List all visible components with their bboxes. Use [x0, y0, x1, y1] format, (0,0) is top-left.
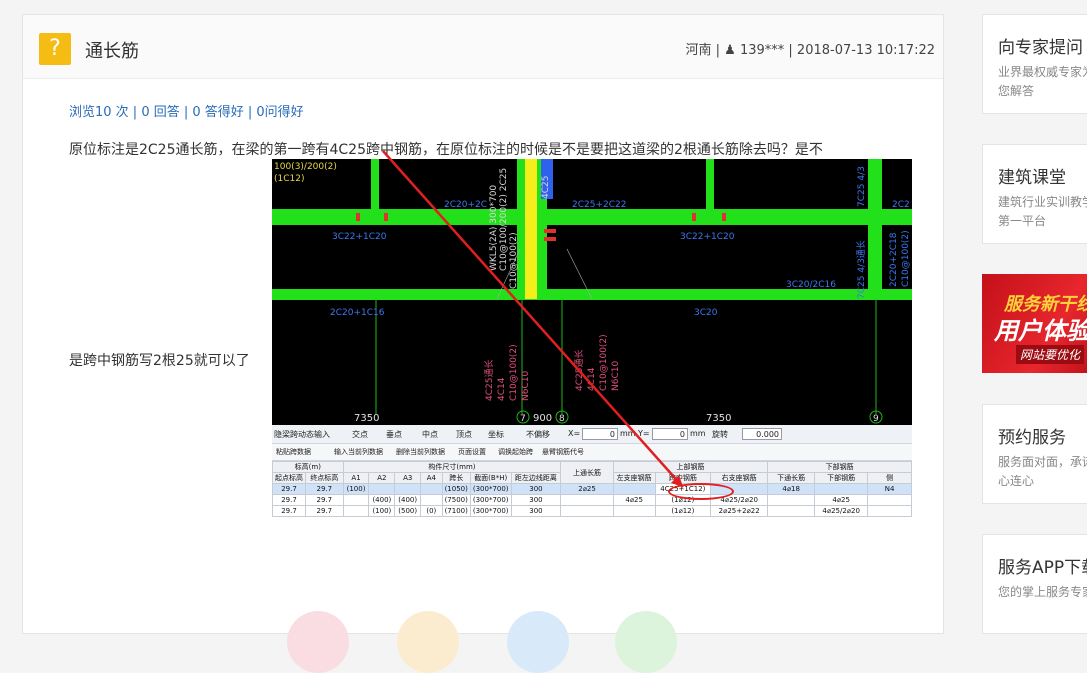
- question-card: ? 通长筋 河南 | ♟ 139*** | 2018-07-13 10:17:2…: [22, 14, 944, 673]
- sidebar-title[interactable]: 服务APP下载: [998, 553, 1087, 578]
- sidebar-appointment[interactable]: 预约服务 服务面对面，承诺心连心: [982, 404, 1087, 504]
- banner-line2: 用户体验: [994, 317, 1087, 345]
- banner-line3: 网站要优化: [1016, 345, 1085, 364]
- sidebar-desc: 业界最权威专家为您解答: [998, 65, 1087, 98]
- share-icon[interactable]: [507, 611, 569, 673]
- sidebar-title[interactable]: 向专家提问: [998, 33, 1083, 58]
- like-icon[interactable]: [287, 611, 349, 673]
- sidebar-desc: 服务面对面，承诺心连心: [998, 455, 1087, 488]
- sidebar-title[interactable]: 建筑课堂: [998, 163, 1066, 188]
- annotation-arrow: [382, 150, 684, 488]
- sidebar-building-class[interactable]: 建筑课堂 建筑行业实训教学第一平台: [982, 144, 1087, 244]
- sidebar-title[interactable]: 预约服务: [998, 423, 1066, 448]
- sidebar-desc: 您的掌上服务专家: [998, 585, 1087, 599]
- promo-banner[interactable]: 服务新干线 用户体验 网站要优化: [982, 274, 1087, 373]
- sidebar-desc: 建筑行业实训教学第一平台: [998, 195, 1087, 228]
- sidebar-app-download[interactable]: 服务APP下载 您的掌上服务专家: [982, 534, 1087, 634]
- star-icon[interactable]: [397, 611, 459, 673]
- comment-icon[interactable]: [615, 611, 677, 673]
- sidebar-ask-expert[interactable]: 向专家提问 业界最权威专家为您解答: [982, 14, 1087, 114]
